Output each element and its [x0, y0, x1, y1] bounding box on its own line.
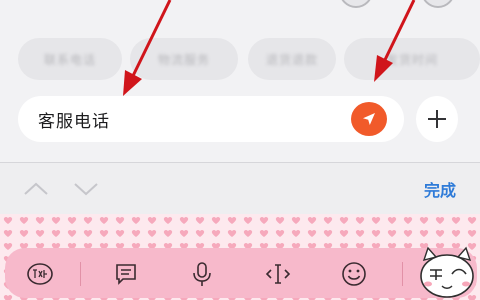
emoji-icon — [342, 262, 366, 286]
quick-reply-chip[interactable]: 物流服务 — [130, 38, 238, 80]
chip-label: 发货时间 — [385, 52, 438, 67]
chip-label: 退货退款 — [265, 52, 318, 67]
chip-label: 联系电话 — [43, 52, 96, 67]
language-switch-icon — [27, 263, 53, 285]
quick-reply-chip[interactable]: 联系电话 — [18, 38, 122, 80]
chip-label: 物流服务 — [157, 52, 210, 67]
message-button[interactable] — [108, 258, 144, 290]
send-button[interactable] — [351, 102, 387, 136]
keyboard-toolbar: 完成 — [0, 162, 480, 214]
quick-reply-chips: 联系电话 物流服务 退货退款 发货时间 — [0, 38, 480, 82]
message-icon — [116, 264, 136, 285]
message-input[interactable]: 客服电话 — [18, 96, 404, 142]
cursor-move-button[interactable] — [260, 258, 296, 290]
paper-plane-icon — [363, 113, 375, 125]
quick-reply-chip[interactable]: 发货时间 — [344, 38, 480, 80]
message-input-text: 客服电话 — [38, 111, 110, 132]
done-button[interactable]: 完成 — [424, 177, 456, 201]
action-circle-left[interactable] — [339, 0, 373, 8]
separator — [402, 262, 403, 286]
language-switch-button[interactable] — [22, 258, 58, 290]
action-circle-right[interactable] — [421, 0, 455, 8]
plus-icon — [428, 110, 446, 128]
top-area: 联系电话 物流服务 退货退款 发货时间 客服电话 — [0, 0, 480, 160]
separator — [80, 262, 81, 286]
cursor-icon — [265, 264, 291, 284]
chevron-down-icon[interactable] — [72, 179, 100, 199]
emoji-button[interactable] — [336, 258, 372, 290]
microphone-icon — [193, 262, 211, 286]
input-row: 客服电话 — [0, 96, 480, 142]
quick-reply-chip[interactable]: 退货退款 — [248, 38, 336, 80]
keyboard-function-bar — [5, 248, 477, 298]
voice-input-button[interactable] — [184, 258, 220, 290]
mascot-cat-icon[interactable] — [414, 246, 480, 300]
add-button[interactable] — [416, 96, 458, 142]
chevron-up-icon[interactable] — [22, 179, 50, 199]
